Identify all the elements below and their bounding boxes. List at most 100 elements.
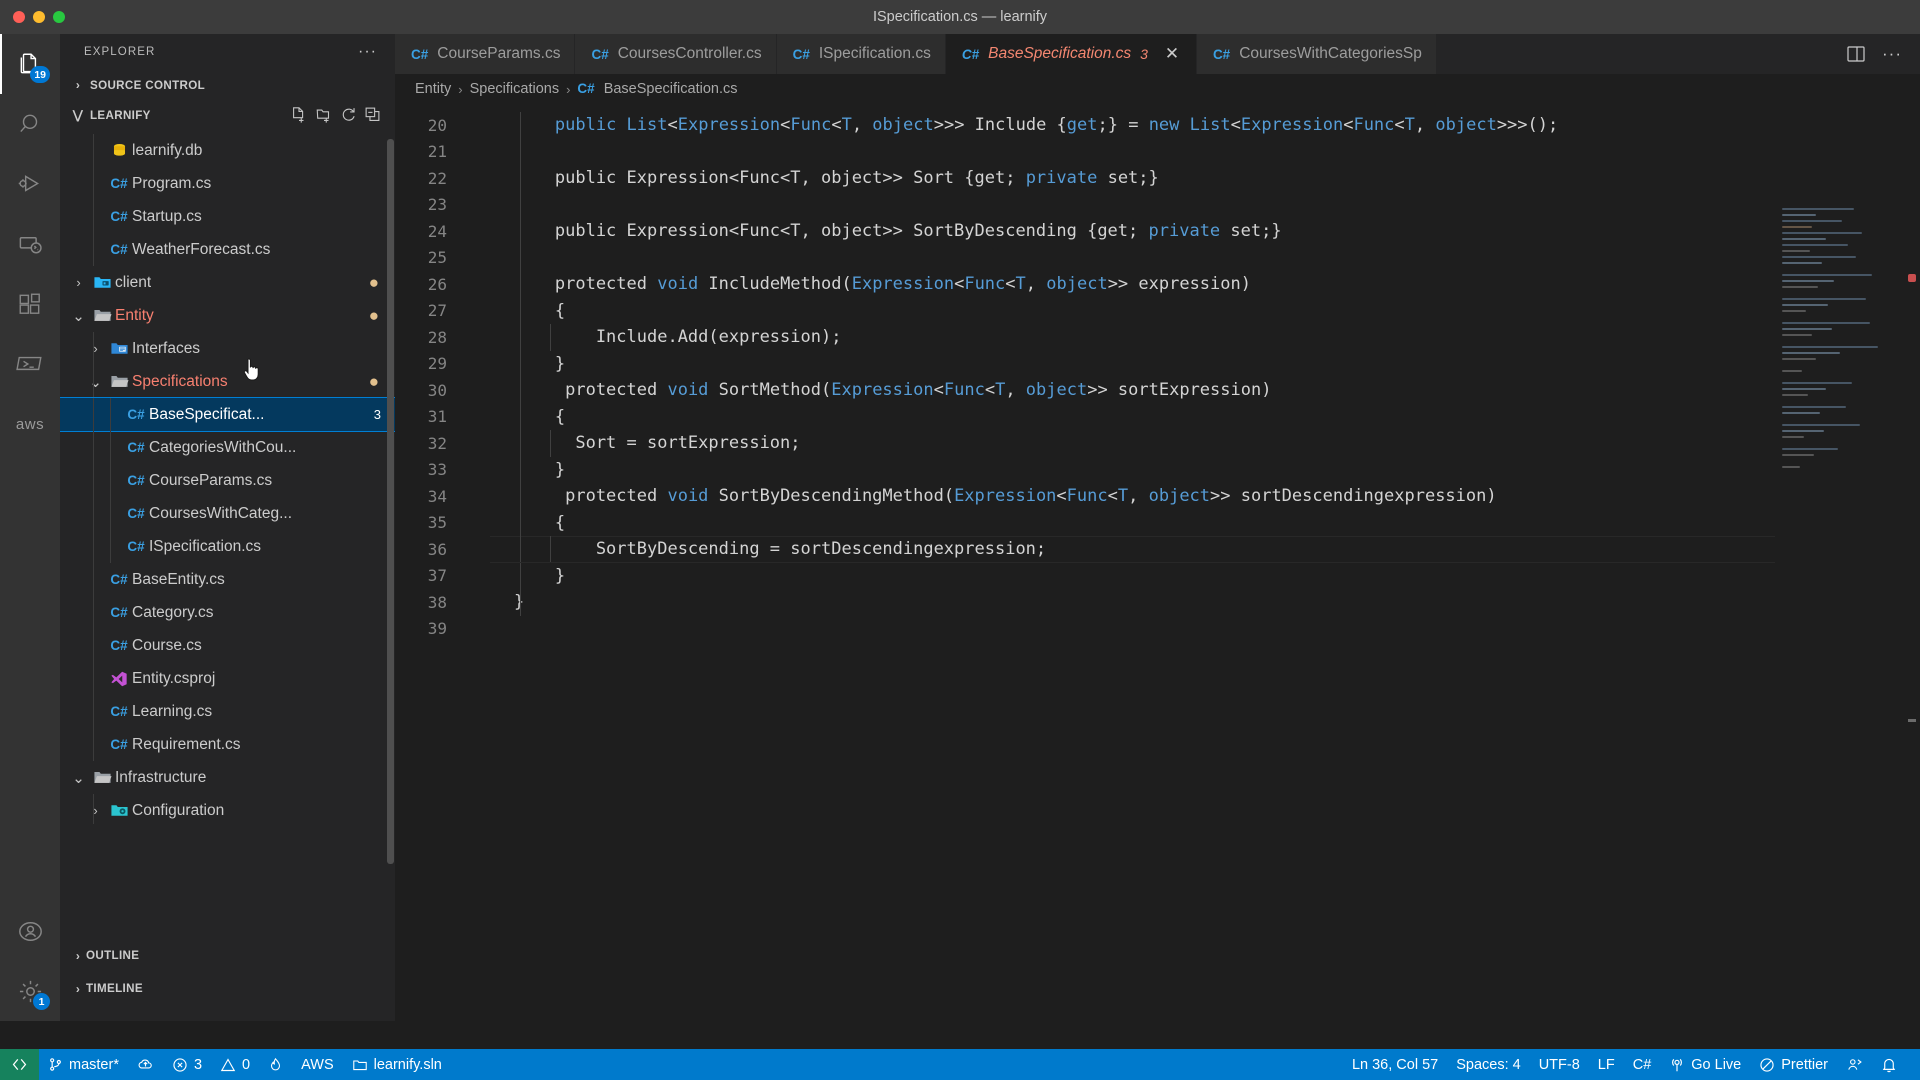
chevron-right-icon[interactable]: › (68, 275, 89, 290)
status-eol[interactable]: LF (1589, 1049, 1624, 1080)
tree-item-client[interactable]: › client ● (60, 266, 395, 299)
activity-bar: 19 aws 1 (0, 34, 60, 1021)
status-cursor-position[interactable]: Ln 36, Col 57 (1343, 1049, 1447, 1080)
status-radon[interactable] (259, 1049, 292, 1080)
indent-guide (93, 695, 94, 728)
chevron-right-icon[interactable]: › (85, 341, 106, 356)
status-branch[interactable]: master* (39, 1049, 128, 1080)
indent-guide (520, 483, 521, 510)
status-indentation[interactable]: Spaces: 4 (1447, 1049, 1530, 1080)
sidebar-more-actions-button[interactable]: ··· (358, 43, 377, 61)
sidebar-scrollbar[interactable] (387, 139, 394, 864)
section-source-control[interactable]: › SOURCE CONTROL (60, 70, 395, 100)
tree-item-infrastructure[interactable]: ⌄ Infrastructure (60, 761, 395, 794)
tree-item-entity[interactable]: ⌄ Entity ● (60, 299, 395, 332)
status-solution[interactable]: learnify.sln (343, 1049, 451, 1080)
activity-search[interactable] (0, 94, 60, 154)
item-icon: C# (106, 704, 132, 719)
circle-slash-icon (1759, 1057, 1775, 1073)
chevron-right-icon[interactable]: › (85, 803, 106, 818)
item-icon: C# (123, 440, 149, 455)
chevron-down-icon: ⋁ (72, 108, 84, 122)
status-notifications[interactable] (1872, 1049, 1906, 1080)
status-errors[interactable]: 3 (163, 1049, 211, 1080)
tree-item-interfaces[interactable]: › Interfaces (60, 332, 395, 365)
tree-item-label: ISpecification.cs (149, 537, 261, 555)
new-file-icon[interactable] (290, 106, 308, 124)
window-controls[interactable] (0, 11, 65, 23)
tree-item-learnify-db[interactable]: learnify.db (60, 134, 395, 167)
minimap-line (1782, 466, 1800, 468)
editor-more-actions-button[interactable]: ··· (1882, 44, 1902, 64)
close-window-button[interactable] (13, 11, 25, 23)
split-editor-icon[interactable] (1846, 44, 1866, 64)
activity-account[interactable] (0, 901, 60, 961)
maximize-window-button[interactable] (53, 11, 65, 23)
tab-basespecification-cs[interactable]: C# BaseSpecification.cs 3 ✕ (945, 34, 1197, 74)
section-outline[interactable]: › OUTLINE (60, 939, 395, 972)
tree-item-courseswithcateg[interactable]: C# CoursesWithCateg... (60, 497, 395, 530)
status-prettier[interactable]: Prettier (1750, 1049, 1837, 1080)
chevron-down-icon[interactable]: ⌄ (85, 373, 106, 391)
tree-item-specifications[interactable]: ⌄ Specifications ● (60, 365, 395, 398)
section-workspace[interactable]: ⋁ LEARNIFY (60, 100, 395, 130)
activity-settings[interactable]: 1 (0, 961, 60, 1021)
indent-guide (520, 244, 521, 271)
tab-close-button[interactable]: ✕ (1162, 44, 1182, 64)
chevron-down-icon[interactable]: ⌄ (68, 769, 89, 787)
status-remote-window[interactable] (0, 1049, 39, 1080)
collapse-all-icon[interactable] (364, 106, 381, 123)
activity-terminal[interactable] (0, 334, 60, 394)
status-encoding[interactable]: UTF-8 (1530, 1049, 1589, 1080)
item-icon: C# (123, 506, 149, 521)
minimize-window-button[interactable] (33, 11, 45, 23)
new-folder-icon[interactable] (315, 106, 333, 124)
breadcrumb[interactable]: Entity › Specifications › C# BaseSpecificatio… (395, 74, 1920, 104)
activity-extensions[interactable] (0, 274, 60, 334)
tree-item-courseparams-cs[interactable]: C# CourseParams.cs (60, 464, 395, 497)
activity-remote-explorer[interactable] (0, 214, 60, 274)
tab-courseswithcategoriessp[interactable]: C# CoursesWithCategoriesSp (1196, 34, 1437, 74)
activity-explorer[interactable]: 19 (0, 34, 60, 94)
tree-item-configuration[interactable]: › Configuration (60, 794, 395, 824)
indent-guide (93, 431, 94, 464)
tree-item-baseentity-cs[interactable]: C# BaseEntity.cs (60, 563, 395, 596)
refresh-icon[interactable] (340, 106, 357, 123)
status-go-live[interactable]: Go Live (1660, 1049, 1750, 1080)
tree-item-program-cs[interactable]: C# Program.cs (60, 167, 395, 200)
tree-item-label: CourseParams.cs (149, 471, 273, 489)
tab-coursescontroller-cs[interactable]: C# CoursesController.cs (575, 34, 777, 74)
chevron-down-icon[interactable]: ⌄ (68, 307, 89, 325)
file-tree[interactable]: learnify.db C# Program.cs C# Startup.cs C# Wea… (60, 134, 395, 824)
section-timeline[interactable]: › TIMELINE (60, 972, 395, 1005)
indent-guide (93, 794, 94, 824)
tab-ispecification-cs[interactable]: C# ISpecification.cs (776, 34, 946, 74)
code-editor[interactable]: 20 public List<Expression<Func<T, object… (395, 104, 1920, 1021)
activity-run-debug[interactable] (0, 154, 60, 214)
tree-item-startup-cs[interactable]: C# Startup.cs (60, 200, 395, 233)
breadcrumb-item[interactable]: Entity (415, 81, 451, 97)
breadcrumb-item[interactable]: Specifications (470, 81, 559, 97)
tree-item-entity-csproj[interactable]: Entity.csproj (60, 662, 395, 695)
breadcrumb-item[interactable]: BaseSpecification.cs (604, 81, 738, 97)
indent-guide (93, 596, 94, 629)
minimap[interactable] (1778, 208, 1898, 768)
activity-aws[interactable]: aws (0, 394, 60, 454)
status-sync[interactable] (128, 1049, 163, 1080)
tree-item-basespecificat[interactable]: C# BaseSpecificat... 3 (60, 397, 395, 432)
tab-courseparams-cs[interactable]: C# CourseParams.cs (395, 34, 576, 74)
indent-guide (110, 464, 111, 497)
tree-item-requirement-cs[interactable]: C# Requirement.cs (60, 728, 395, 761)
status-aws[interactable]: AWS (292, 1049, 343, 1080)
tree-item-course-cs[interactable]: C# Course.cs (60, 629, 395, 662)
status-warnings-label: 0 (242, 1056, 251, 1073)
status-warnings[interactable]: 0 (211, 1049, 259, 1080)
tree-item-categorieswithcou[interactable]: C# CategoriesWithCou... (60, 431, 395, 464)
explorer-badge: 19 (30, 66, 50, 83)
tree-item-learning-cs[interactable]: C# Learning.cs (60, 695, 395, 728)
status-remote-share[interactable] (1837, 1049, 1872, 1080)
status-language-mode[interactable]: C# (1624, 1049, 1661, 1080)
tree-item-ispecification-cs[interactable]: C# ISpecification.cs (60, 530, 395, 563)
tree-item-category-cs[interactable]: C# Category.cs (60, 596, 395, 629)
tree-item-weatherforecast-cs[interactable]: C# WeatherForecast.cs (60, 233, 395, 266)
